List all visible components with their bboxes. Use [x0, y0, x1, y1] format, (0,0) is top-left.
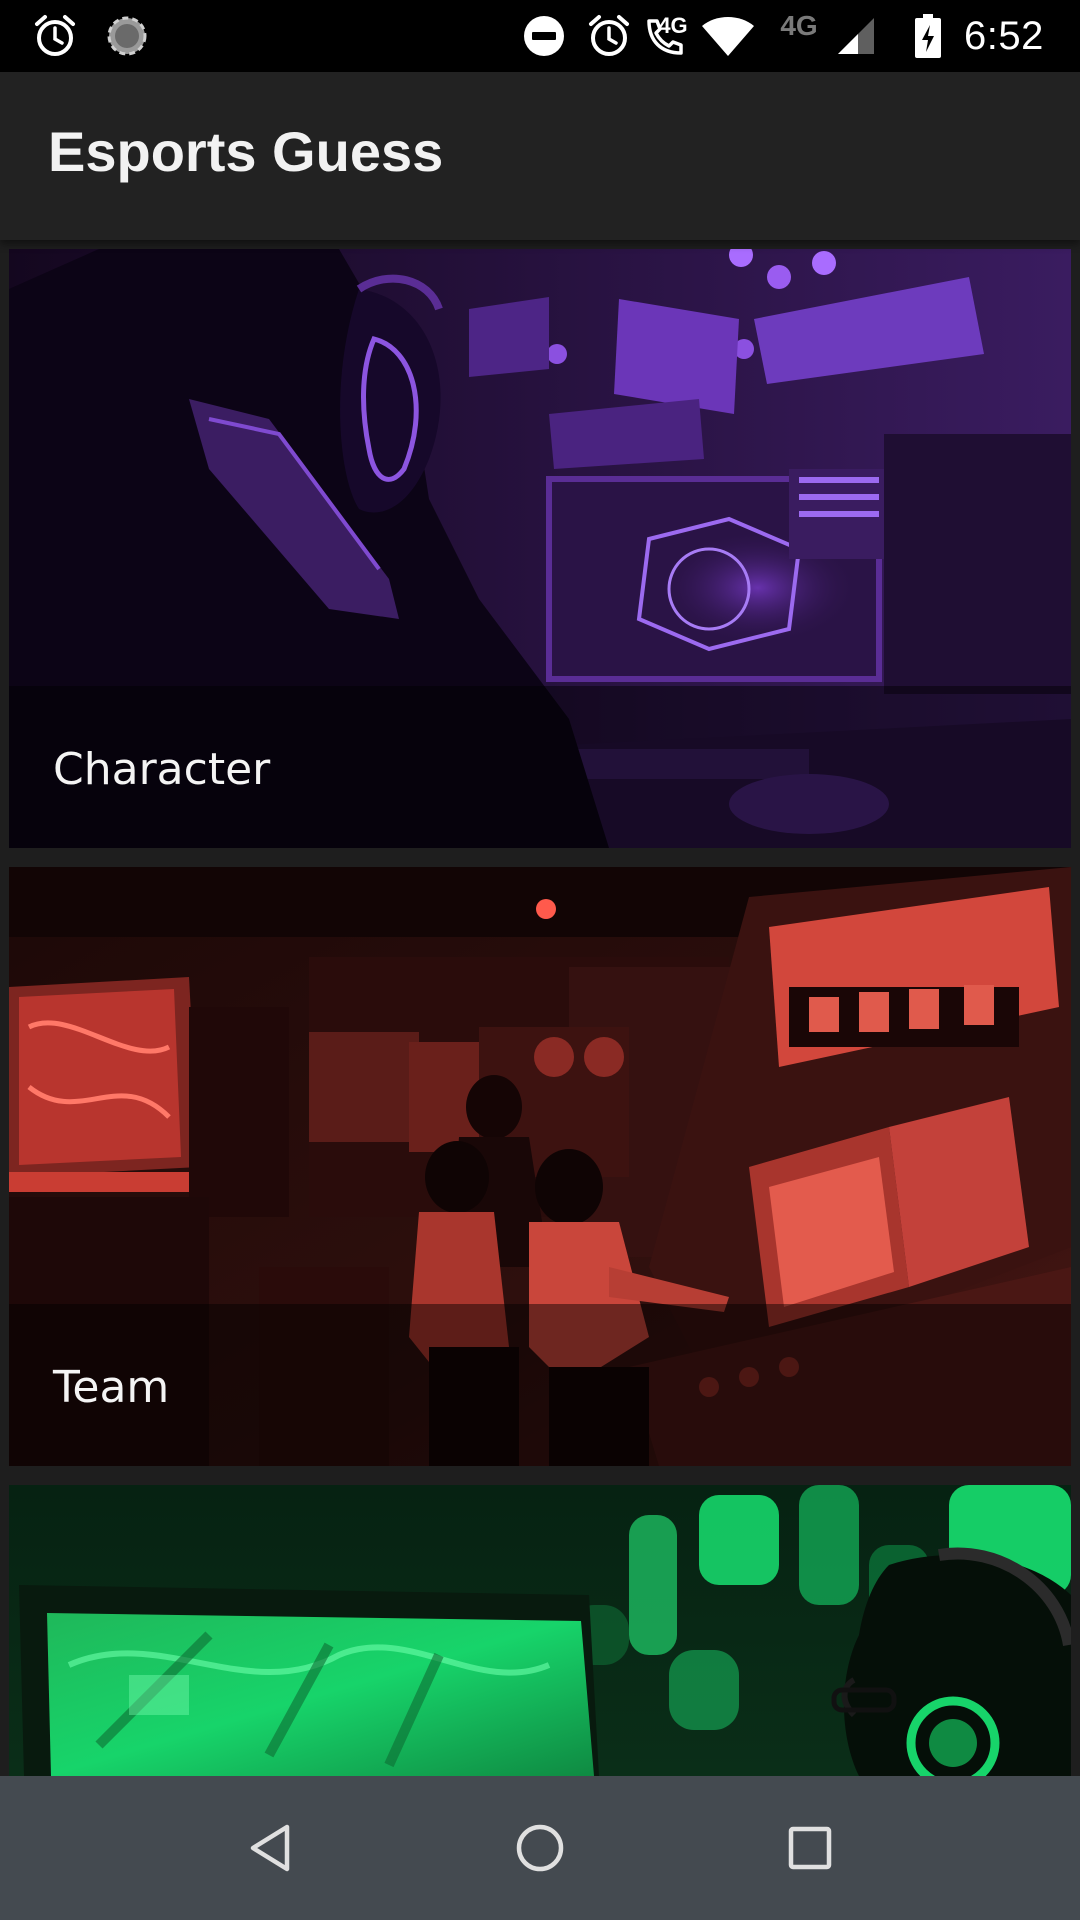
player-card-image	[9, 1485, 1071, 1776]
category-list[interactable]: Character Team	[0, 240, 1080, 1776]
category-card-character[interactable]: Character	[9, 249, 1071, 848]
category-label: Character	[53, 744, 271, 795]
do-not-disturb-icon	[518, 0, 570, 72]
call-4g-label: 4G	[658, 13, 688, 38]
wifi-icon	[698, 0, 758, 72]
recents-icon[interactable]	[740, 1776, 880, 1920]
back-icon[interactable]	[200, 1776, 340, 1920]
app-bar: Esports Guess	[0, 72, 1080, 240]
navigation-bar	[0, 1776, 1080, 1920]
category-label: Team	[53, 1362, 170, 1413]
page-title: Esports Guess	[48, 120, 444, 183]
status-time: 6:52	[964, 13, 1044, 58]
alarm-icon	[580, 0, 638, 72]
category-card-team[interactable]: Team	[9, 867, 1071, 1466]
home-icon[interactable]	[470, 1776, 610, 1920]
sync-icon	[100, 0, 154, 72]
category-card-player[interactable]	[9, 1485, 1071, 1776]
signal-icon	[834, 0, 878, 72]
status-bar: 4G 4G 6:52	[0, 0, 1080, 72]
alarm-icon	[26, 0, 84, 72]
network-type-label: 4G	[780, 10, 818, 41]
battery-charging-icon	[908, 0, 948, 72]
